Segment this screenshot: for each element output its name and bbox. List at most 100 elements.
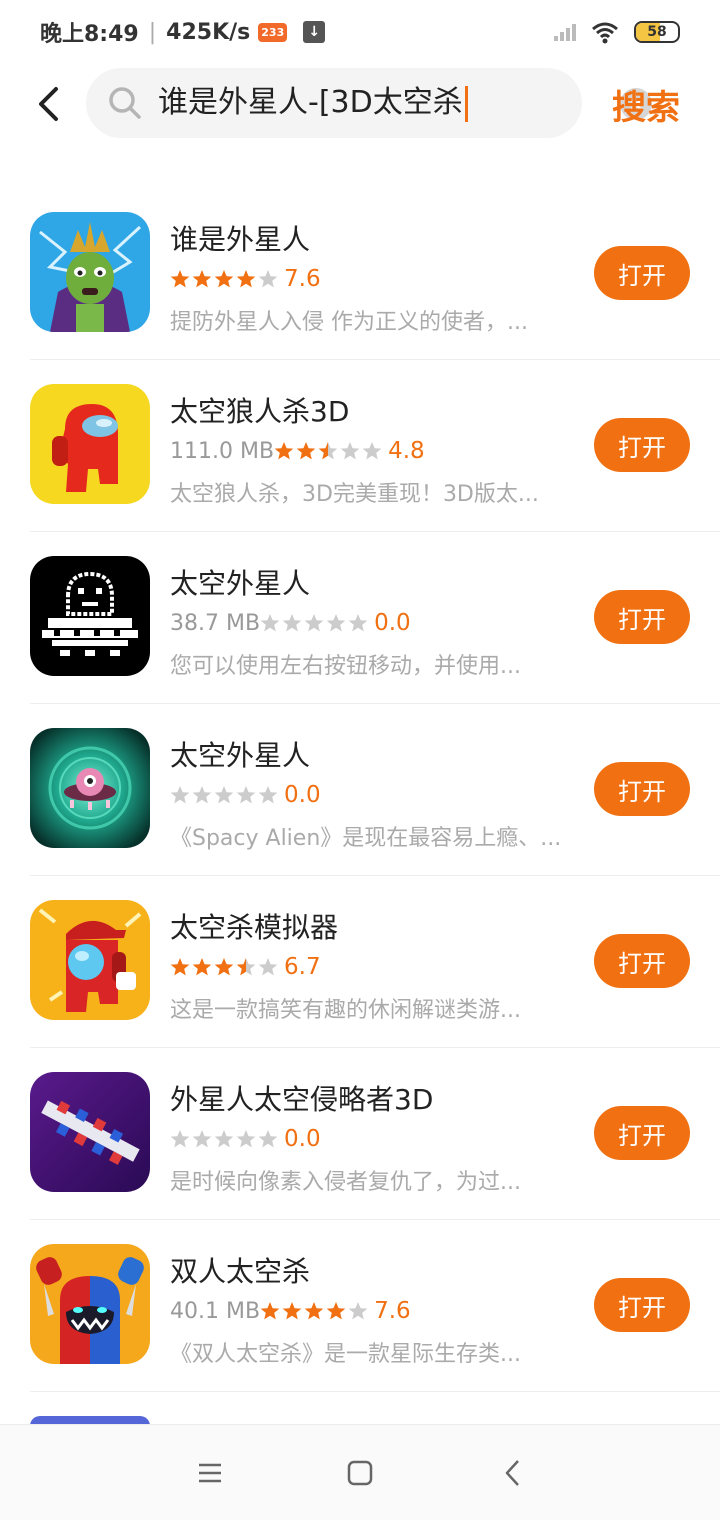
open-button[interactable]: 打开: [594, 418, 690, 472]
rating-value: 0.0: [284, 1126, 321, 1152]
search-input[interactable]: 谁是外星人-[3D太空杀: [158, 83, 468, 123]
home-icon: [347, 1460, 373, 1486]
star-icon: [340, 442, 360, 460]
list-item[interactable]: 外星人太空侵略者3D 0.0 是时候向像素入侵者复仇了，为过... 打开: [30, 1048, 720, 1220]
list-item[interactable]: 太空外星人 38.7 MB 0.0 您可以使用左右按钮移动，并使用... 打开: [30, 532, 720, 704]
app-name: 太空狼人杀3D: [170, 395, 350, 428]
star-icon: [170, 958, 190, 976]
app-meta: 0.0: [170, 780, 321, 810]
text-caret: [464, 85, 468, 122]
search-button[interactable]: 搜索: [612, 80, 680, 129]
open-button[interactable]: 打开: [594, 1106, 690, 1160]
menu-icon: [199, 1463, 221, 1483]
app-name: 太空外星人: [170, 739, 311, 772]
network-speed: 425K/s: [166, 19, 251, 45]
app-meta: 0.0: [170, 1124, 321, 1154]
star-icon: [214, 270, 234, 288]
status-bar: 晚上8:49 | 425K/s 233 ↓ 58: [0, 0, 720, 64]
star-icon: [236, 1130, 256, 1148]
app-size: 38.7 MB: [170, 610, 261, 636]
search-box[interactable]: 谁是外星人-[3D太空杀 ×: [86, 68, 652, 138]
back-button[interactable]: [30, 84, 66, 124]
star-icon: [260, 614, 280, 632]
star-icon: [304, 614, 324, 632]
star-icon: [304, 1302, 324, 1320]
star-icon: [258, 958, 278, 976]
rating-stars: [260, 1301, 368, 1321]
app-name: 双人太空杀: [170, 1255, 311, 1288]
star-icon: [236, 270, 256, 288]
search-header: 谁是外星人-[3D太空杀 × 搜索: [0, 66, 720, 140]
star-icon: [296, 442, 316, 460]
rating-stars: [170, 785, 278, 805]
app-name: 太空杀模拟器: [170, 911, 339, 944]
star-icon: [192, 270, 212, 288]
open-button[interactable]: 打开: [594, 246, 690, 300]
battery-level: 58: [647, 24, 667, 40]
status-time: 晚上8:49: [40, 22, 139, 47]
wifi-icon: [592, 22, 618, 44]
search-icon: [109, 87, 141, 119]
menu-button[interactable]: [190, 1455, 230, 1491]
app-size: 111.0 MB: [170, 438, 275, 464]
app-name: 外星人太空侵略者3D: [170, 1083, 434, 1116]
star-icon: [170, 1130, 190, 1148]
app-badge: 233: [258, 22, 288, 42]
app-meta: 40.1 MB 7.6: [170, 1296, 411, 1326]
star-icon: [260, 1302, 280, 1320]
list-item[interactable]: 谁是外星人 7.6 提防外星人入侵 作为正义的使者，... 打开: [30, 188, 720, 360]
rating-value: 0.0: [374, 610, 411, 636]
star-icon: [258, 1130, 278, 1148]
list-item[interactable]: 双人太空杀 40.1 MB 7.6 《双人太空杀》是一款星际生存类... 打开: [30, 1220, 720, 1392]
back-arrow-icon: [39, 87, 58, 121]
rating-value: 6.7: [284, 954, 321, 980]
status-right: 58: [554, 20, 680, 44]
app-description: 提防外星人入侵 作为正义的使者，...: [170, 310, 528, 335]
battery-icon: 58: [634, 21, 680, 43]
list-item[interactable]: 太空杀模拟器 6.7 这是一款搞笑有趣的休闲解谜类游... 打开: [30, 876, 720, 1048]
rating-value: 0.0: [284, 782, 321, 808]
star-icon: [192, 786, 212, 804]
star-icon: [236, 786, 256, 804]
star-icon: [258, 270, 278, 288]
navigation-bar: [0, 1424, 720, 1520]
app-icon-spacy-alien: [30, 728, 150, 848]
star-icon: [326, 614, 346, 632]
open-button[interactable]: 打开: [594, 1278, 690, 1332]
star-icon: [274, 442, 294, 460]
rating-stars: [274, 441, 382, 461]
open-button[interactable]: 打开: [594, 762, 690, 816]
nav-back-button[interactable]: [492, 1455, 532, 1491]
app-name: 谁是外星人: [170, 223, 311, 256]
open-button[interactable]: 打开: [594, 590, 690, 644]
open-button[interactable]: 打开: [594, 934, 690, 988]
search-query: 谁是外星人-[3D太空杀: [158, 85, 463, 120]
star-icon: [348, 614, 368, 632]
signal-icon: [554, 23, 576, 41]
star-icon: [362, 442, 382, 460]
star-icon: [170, 786, 190, 804]
list-item[interactable]: 太空外星人 0.0 《Spacy Alien》是现在最容易上瘾、... 打开: [30, 704, 720, 876]
nav-back-icon: [505, 1460, 519, 1486]
rating-value: 7.6: [284, 266, 321, 292]
app-icon-red-crewmate: [30, 384, 150, 504]
rating-stars: [170, 1129, 278, 1149]
star-icon: [318, 442, 338, 460]
app-size: 40.1 MB: [170, 1298, 261, 1324]
star-icon: [326, 1302, 346, 1320]
rating-stars: [170, 957, 278, 977]
app-meta: 7.6: [170, 264, 321, 294]
download-icon: ↓: [303, 21, 326, 43]
app-meta: 111.0 MB 4.8: [170, 436, 425, 466]
star-icon: [214, 786, 234, 804]
app-description: 是时候向像素入侵者复仇了，为过...: [170, 1170, 521, 1195]
app-icon-pixel-invaders: [30, 1072, 150, 1192]
star-icon: [170, 270, 190, 288]
star-icon: [258, 786, 278, 804]
rating-stars: [170, 269, 278, 289]
app-description: 您可以使用左右按钮移动，并使用...: [170, 654, 521, 679]
app-description: 这是一款搞笑有趣的休闲解谜类游...: [170, 998, 521, 1023]
home-button[interactable]: [340, 1455, 380, 1491]
list-item[interactable]: 太空狼人杀3D 111.0 MB 4.8 太空狼人杀，3D完美重现！3D版太..…: [30, 360, 720, 532]
star-icon: [348, 1302, 368, 1320]
